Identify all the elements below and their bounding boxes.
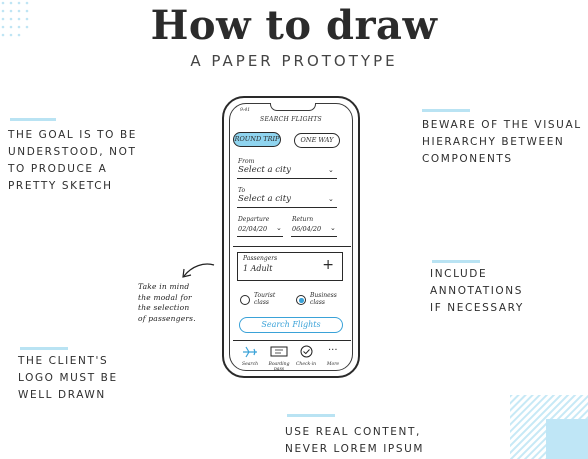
to-field[interactable]: Select a city [238,194,291,204]
from-label: From [238,158,255,165]
note-annotations: INCLUDE ANNOTATIONS IF NECESSARY [430,268,524,314]
chevron-down-icon: ⌄ [328,166,334,174]
phone-notch [270,103,316,111]
note-accent-bar [422,109,470,112]
status-time: 9:41 [240,108,251,113]
section-divider [233,246,351,247]
note-accent-bar [287,414,335,417]
passengers-value: 1 Adult [243,264,273,273]
from-underline [237,178,337,179]
page-subtitle: A PAPER PROTOTYPE [190,52,398,70]
business-class-radio[interactable] [296,295,306,305]
tab-boarding-pass[interactable]: Boarding pass [266,362,292,372]
passengers-selector[interactable]: Passengers 1 Adult + [237,252,343,281]
chevron-down-icon: ⌄ [330,224,336,232]
from-field[interactable]: Select a city [238,165,291,175]
business-class-label: Business class [310,292,337,306]
tourist-class-radio[interactable] [240,295,250,305]
passengers-label: Passengers [243,255,278,262]
phone-sketch: 9:41 SEARCH FLIGHTS ROUND TRIP ONE WAY F… [222,96,360,378]
chevron-down-icon: ⌄ [276,224,282,232]
note-hierarchy: BEWARE OF THE VISUAL HIERARCHY BETWEEN C… [422,119,582,165]
handwritten-annotation: Take in mind the modal for the selection… [138,282,196,323]
tab-search[interactable]: Search [237,362,263,367]
tab-check-in[interactable]: Check-in [293,362,319,367]
departure-underline [237,236,283,237]
return-field[interactable]: 06/04/20 [292,225,321,233]
stripe-pattern-decoration [510,395,588,459]
to-underline [237,207,337,208]
return-label: Return [292,216,314,223]
tab-more[interactable]: More [320,362,346,367]
page-title: How to draw [150,2,438,49]
plus-icon[interactable]: + [322,257,334,273]
tourist-class-label: Tourist class [254,292,276,306]
more-icon[interactable]: ... [328,342,338,353]
search-flights-button[interactable]: Search Flights [239,317,343,333]
boarding-pass-icon[interactable] [270,346,288,357]
departure-label: Departure [238,216,270,223]
note-goal: THE GOAL IS TO BE UNDERSTOOD, NOT TO PRO… [8,129,138,192]
return-underline [291,236,337,237]
plane-icon[interactable] [242,346,258,358]
one-way-toggle[interactable]: ONE WAY [294,133,340,148]
note-logo: THE CLIENT'S LOGO MUST BE WELL DRAWN [18,355,118,401]
round-trip-toggle[interactable]: ROUND TRIP [233,132,281,147]
note-accent-bar [432,260,480,263]
chevron-down-icon: ⌄ [328,195,334,203]
annotation-arrow-icon [182,263,215,278]
check-in-icon[interactable] [300,345,313,358]
note-accent-bar [20,347,68,350]
tabbar-divider [233,340,351,341]
note-content: USE REAL CONTENT, NEVER LOREM IPSUM [285,426,425,455]
radio-selected-dot [299,298,304,303]
departure-field[interactable]: 02/04/20 [238,225,267,233]
note-accent-bar [10,118,56,121]
screen-header: SEARCH FLIGHTS [260,116,322,123]
phone-screen: 9:41 SEARCH FLIGHTS ROUND TRIP ONE WAY F… [229,103,353,372]
to-label: To [238,187,246,194]
